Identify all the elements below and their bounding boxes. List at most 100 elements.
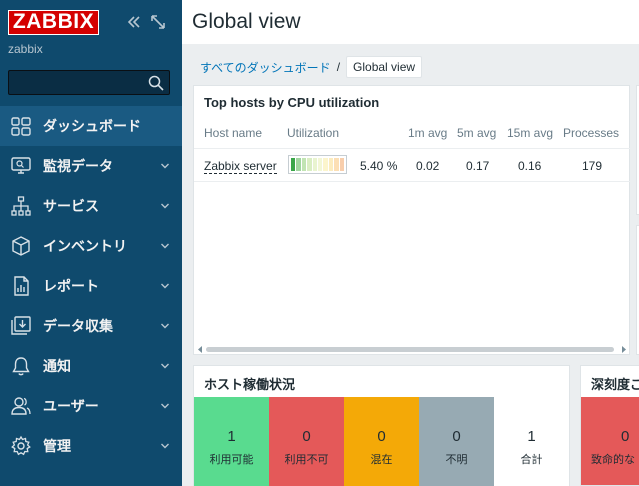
server-name: zabbix	[8, 42, 43, 56]
page-header: Global view	[182, 0, 639, 44]
horizontal-scrollbar[interactable]	[196, 345, 628, 354]
chevron-down-icon	[161, 163, 169, 169]
widget-title: ホスト稼働状況	[204, 377, 296, 392]
menu-item-inventory[interactable]: インベントリ	[0, 226, 182, 266]
dashboard-icon	[11, 117, 31, 136]
menu-item-dashboards[interactable]: ダッシュボード	[0, 106, 182, 146]
severity-label: 致命的な	[591, 454, 635, 466]
menu-item-administration[interactable]: 管理	[0, 426, 182, 466]
menu-item-services[interactable]: サービス	[0, 186, 182, 226]
column-header-15m-avg[interactable]: 15m avg	[507, 126, 553, 140]
availability-count: 0	[302, 428, 311, 445]
scrollbar-thumb[interactable]	[206, 347, 614, 352]
widget-title: Top hosts by CPU utilization	[204, 95, 380, 110]
sidebar: ZABBIX zabbix ダッシュボード 監視データ サービス インベントリ …	[0, 0, 182, 486]
alerts-icon	[12, 357, 30, 376]
utilization-segment	[296, 158, 301, 171]
menu-label: 管理	[43, 438, 71, 454]
availability-total[interactable]: 1 合計	[494, 397, 569, 486]
availability-label: 利用不可	[284, 454, 329, 466]
utilization-segment	[318, 158, 323, 171]
column-header-utilization[interactable]: Utilization	[287, 126, 339, 140]
chevron-down-icon	[161, 203, 169, 209]
chevron-down-icon	[161, 283, 169, 289]
availability-count: 1	[227, 428, 236, 445]
host-name-cell[interactable]: Zabbix server	[204, 159, 277, 174]
availability-label: 利用可能	[209, 454, 254, 466]
menu-label: レポート	[43, 278, 99, 294]
collapse-sidebar-icon[interactable]	[126, 14, 142, 30]
inventory-icon	[12, 236, 30, 256]
utilization-segment	[307, 158, 312, 171]
availability-unknown[interactable]: 0 不明	[419, 397, 494, 486]
avg-15m-value: 0.16	[518, 159, 542, 173]
chevron-down-icon	[161, 363, 169, 369]
administration-icon	[11, 435, 31, 456]
menu-label: データ収集	[43, 318, 113, 334]
utilization-segment	[339, 158, 345, 171]
utilization-bar	[288, 155, 347, 174]
utilization-segment	[328, 158, 334, 171]
menu-label: サービス	[43, 198, 99, 214]
widget-title: 深刻度ご	[591, 377, 639, 392]
scroll-left-icon[interactable]	[196, 345, 204, 354]
reports-icon	[14, 276, 29, 296]
breadcrumb-all-dashboards[interactable]: すべてのダッシュボード	[200, 59, 331, 76]
availability-label: 不明	[445, 454, 468, 466]
search-input[interactable]	[13, 73, 147, 92]
utilization-segment	[323, 158, 328, 171]
main-content: Global view すべてのダッシュボード / Global view To…	[182, 0, 639, 486]
utilization-segment	[312, 158, 318, 171]
breadcrumb-current-dashboard[interactable]: Global view	[346, 56, 423, 78]
kiosk-mode-icon[interactable]	[150, 14, 166, 30]
search-box[interactable]	[8, 70, 170, 95]
main-menu: ダッシュボード 監視データ サービス インベントリ レポート データ収集 通知 …	[0, 106, 182, 466]
avg-5m-value: 0.17	[466, 159, 490, 173]
menu-item-monitoring[interactable]: 監視データ	[0, 146, 182, 186]
host-availability-widget: ホスト稼働状況 1 利用可能 0 利用不可 0 混在 0 不明 1 合計	[193, 365, 570, 486]
availability-label: 合計	[520, 454, 543, 466]
utilization-segment	[291, 158, 296, 171]
column-header-host-name[interactable]: Host name	[204, 126, 262, 140]
column-header-5m-avg[interactable]: 5m avg	[457, 126, 496, 140]
host-link[interactable]: Zabbix server	[204, 159, 277, 174]
avg-1m-value: 0.02	[416, 159, 440, 173]
column-header-processes[interactable]: Processes	[563, 126, 619, 140]
problems-by-severity-widget: 深刻度ご 0 致命的な	[580, 365, 639, 486]
menu-item-data-collection[interactable]: データ収集	[0, 306, 182, 346]
menu-label: インベントリ	[43, 238, 127, 254]
availability-not-available[interactable]: 0 利用不可	[269, 397, 344, 486]
menu-label: ユーザー	[43, 398, 99, 414]
chevron-down-icon	[161, 403, 169, 409]
table-divider	[194, 148, 631, 149]
processes-value: 179	[582, 159, 603, 173]
scroll-right-icon[interactable]	[620, 345, 628, 354]
menu-label: 通知	[43, 358, 71, 374]
chevron-down-icon	[161, 243, 169, 249]
menu-item-alerts[interactable]: 通知	[0, 346, 182, 386]
availability-count: 0	[452, 428, 461, 445]
chevron-down-icon	[161, 443, 169, 449]
availability-available[interactable]: 1 利用可能	[194, 397, 269, 486]
search-icon[interactable]	[148, 75, 164, 91]
chevron-down-icon	[161, 323, 169, 329]
severity-count: 0	[621, 428, 630, 445]
zabbix-logo[interactable]: ZABBIX	[8, 10, 99, 35]
menu-item-reports[interactable]: レポート	[0, 266, 182, 306]
availability-cells: 1 利用可能 0 利用不可 0 混在 0 不明 1 合計	[194, 397, 571, 486]
users-icon	[11, 397, 31, 415]
severity-disaster[interactable]: 0 致命的な	[581, 397, 639, 485]
availability-mixed[interactable]: 0 混在	[344, 397, 419, 486]
breadcrumb: すべてのダッシュボード / Global view	[200, 56, 423, 78]
menu-item-users[interactable]: ユーザー	[0, 386, 182, 426]
column-header-1m-avg[interactable]: 1m avg	[408, 126, 447, 140]
utilization-value: 5.40 %	[360, 159, 398, 173]
menu-label: 監視データ	[43, 158, 113, 174]
menu-label: ダッシュボード	[43, 118, 141, 134]
availability-count: 0	[377, 428, 386, 445]
data-collection-icon	[11, 316, 31, 335]
breadcrumb-separator: /	[336, 60, 341, 74]
monitoring-icon	[11, 157, 31, 174]
utilization-segment	[334, 158, 339, 171]
top-hosts-widget: Top hosts by CPU utilization Host name U…	[193, 85, 631, 355]
